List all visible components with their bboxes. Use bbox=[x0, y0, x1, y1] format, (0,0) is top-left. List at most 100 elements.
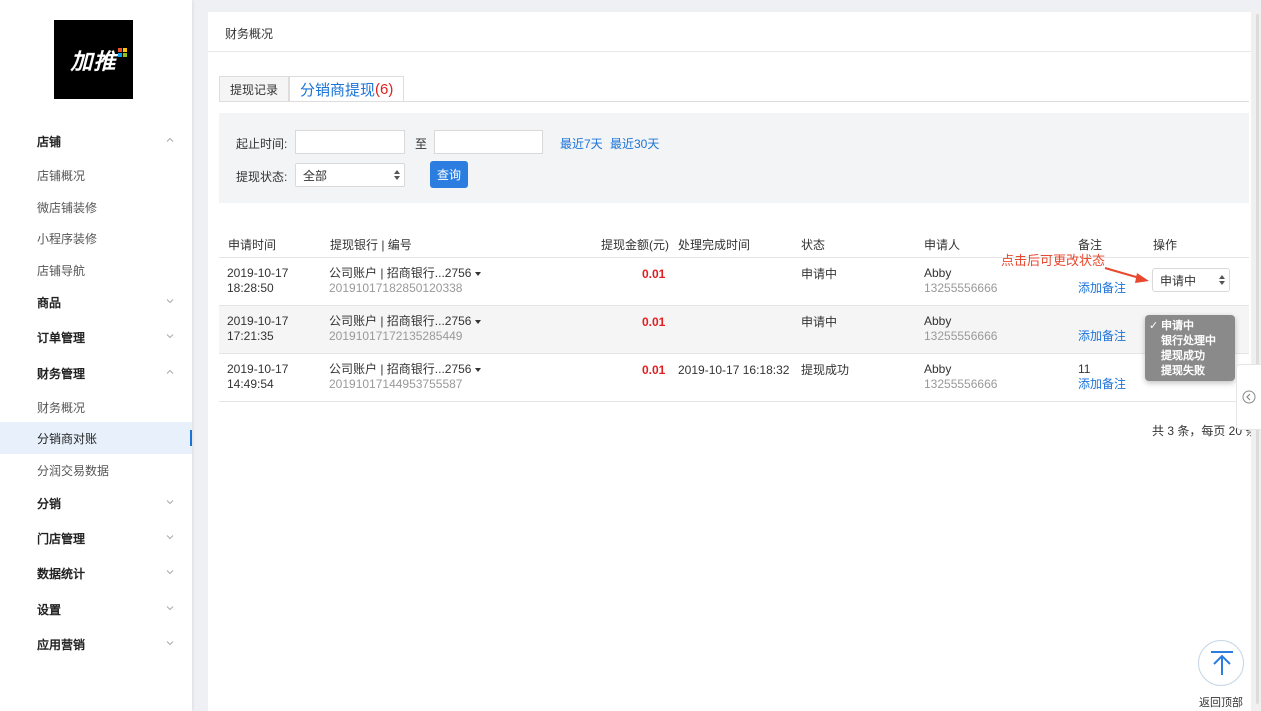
option-label: 提现成功 bbox=[1161, 350, 1205, 362]
start-date-input[interactable] bbox=[295, 130, 405, 154]
row-status: 提现成功 bbox=[801, 363, 850, 377]
dropdown-option-pending[interactable]: ✓ 申请中 bbox=[1149, 319, 1235, 334]
sidebar-item-label: 微店铺装修 bbox=[37, 200, 98, 215]
last-7-days-link[interactable]: 最近7天 bbox=[560, 135, 603, 152]
option-label: 银行处理中 bbox=[1161, 335, 1216, 347]
sidebar-item-label: 应用营销 bbox=[37, 637, 86, 652]
row-bank-text: 公司账户 | 招商银行...2756 bbox=[329, 314, 472, 328]
row-serial: 20191017144953755587 bbox=[329, 377, 463, 391]
dropdown-option-success[interactable]: 提现成功 bbox=[1149, 349, 1235, 364]
tab-distributor-withdraw[interactable]: 分销商提现 (6) bbox=[289, 76, 405, 102]
chevron-down-icon bbox=[166, 297, 174, 305]
divider bbox=[219, 101, 1249, 102]
dropdown-option-bank-processing[interactable]: 银行处理中 bbox=[1149, 334, 1235, 349]
last-30-days-link[interactable]: 最近30天 bbox=[610, 135, 659, 152]
row-status-select[interactable]: 申请中 bbox=[1152, 268, 1230, 292]
chevron-down-icon bbox=[166, 498, 174, 506]
chevron-up-icon bbox=[166, 368, 174, 376]
date-range-label: 起止时间: bbox=[236, 137, 288, 151]
row-applicant-phone: 13255556666 bbox=[924, 329, 998, 343]
header-applicant: 申请人 bbox=[924, 238, 961, 252]
to-label: 至 bbox=[415, 137, 428, 151]
header-amount: 提现金额(元) bbox=[601, 238, 669, 252]
row-applicant-name: Abby bbox=[924, 266, 952, 280]
logo-mark-icon bbox=[118, 48, 128, 58]
sidebar-item-label: 小程序装修 bbox=[37, 231, 98, 246]
sidebar-item[interactable]: 门店管理 bbox=[0, 522, 192, 554]
sidebar-item[interactable]: 店铺概况 bbox=[0, 159, 192, 191]
query-button-label: 查询 bbox=[436, 168, 461, 182]
row-serial: 20191017172135285449 bbox=[329, 329, 463, 343]
status-label: 提现状态: bbox=[236, 170, 288, 184]
header-bank: 提现银行 | 编号 bbox=[330, 238, 412, 252]
sidebar-item-label: 商品 bbox=[37, 295, 62, 310]
row-bank-text: 公司账户 | 招商银行...2756 bbox=[329, 362, 472, 376]
sidebar: 加推 店铺店铺概况微店铺装修小程序装修店铺导航商品订单管理财务管理财务概况分销商… bbox=[0, 0, 192, 711]
sidebar-item-label: 分销商对账 bbox=[37, 431, 98, 446]
row-applicant-phone: 13255556666 bbox=[924, 377, 998, 391]
brand-logo[interactable]: 加推 bbox=[54, 20, 133, 99]
end-date-input[interactable] bbox=[434, 130, 543, 154]
row-amount: 0.01 bbox=[642, 267, 666, 281]
sidebar-item-label: 设置 bbox=[37, 602, 62, 617]
select-arrows-icon bbox=[394, 170, 400, 180]
sidebar-item-label: 财务管理 bbox=[37, 366, 86, 381]
header-done-time: 处理完成时间 bbox=[678, 238, 751, 252]
row-applicant-name: Abby bbox=[924, 362, 952, 376]
caret-down-icon bbox=[475, 367, 482, 372]
sidebar-item[interactable]: 店铺 bbox=[0, 125, 192, 157]
scrollbar-thumb[interactable] bbox=[1256, 14, 1259, 704]
sidebar-item[interactable]: 分销商对账 bbox=[0, 422, 192, 454]
row-done-time: 2019-10-17 16:18:32 bbox=[678, 363, 790, 377]
row-note: 11 bbox=[1078, 362, 1091, 376]
caret-down-icon bbox=[475, 271, 482, 276]
tab-label: 分销商提现 bbox=[300, 81, 376, 99]
row-date: 2019-10-17 bbox=[227, 314, 289, 328]
row-status: 申请中 bbox=[801, 267, 838, 281]
sidebar-item[interactable]: 商品 bbox=[0, 286, 192, 318]
sidebar-item[interactable]: 订单管理 bbox=[0, 321, 192, 353]
sidebar-item-label: 订单管理 bbox=[37, 330, 86, 345]
row-bank[interactable]: 公司账户 | 招商银行...2756 bbox=[329, 362, 482, 376]
sidebar-item-label: 数据统计 bbox=[37, 566, 86, 581]
chevron-down-icon bbox=[166, 604, 174, 612]
add-note-link[interactable]: 添加备注 bbox=[1078, 377, 1126, 391]
sidebar-item[interactable]: 应用营销 bbox=[0, 628, 192, 660]
sidebar-item[interactable]: 微店铺装修 bbox=[0, 191, 192, 223]
sidebar-item[interactable]: 小程序装修 bbox=[0, 222, 192, 254]
row-time: 14:49:54 bbox=[227, 377, 274, 391]
sidebar-item[interactable]: 分销 bbox=[0, 487, 192, 519]
query-button[interactable]: 查询 bbox=[430, 161, 468, 188]
header-status: 状态 bbox=[801, 238, 826, 252]
sidebar-item[interactable]: 财务管理 bbox=[0, 357, 192, 389]
select-arrows-icon bbox=[1219, 275, 1225, 285]
row-serial: 20191017182850120338 bbox=[329, 281, 463, 295]
dropdown-option-failed[interactable]: 提现失败 bbox=[1149, 364, 1235, 379]
chevron-down-icon bbox=[166, 533, 174, 541]
caret-down-icon bbox=[475, 319, 482, 324]
sidebar-item[interactable]: 分润交易数据 bbox=[0, 454, 192, 486]
row-status-select-value: 申请中 bbox=[1160, 273, 1197, 288]
tab-withdraw-records[interactable]: 提现记录 bbox=[219, 76, 290, 102]
table-row: 2019-10-17 17:21:35 公司账户 | 招商银行...2756 2… bbox=[219, 305, 1249, 353]
main-panel: 财务概况 提现记录 分销商提现 (6) 起止时间: 至 最近7天 最近30天 提现… bbox=[208, 12, 1257, 711]
row-bank[interactable]: 公司账户 | 招商银行...2756 bbox=[329, 314, 482, 328]
status-select[interactable]: 全部 bbox=[295, 163, 405, 187]
sidebar-item-label: 店铺导航 bbox=[37, 263, 86, 278]
sidebar-item[interactable]: 店铺导航 bbox=[0, 254, 192, 286]
back-to-top-button[interactable] bbox=[1198, 640, 1244, 686]
status-select-value: 全部 bbox=[303, 168, 328, 183]
sidebar-item-label: 店铺 bbox=[37, 134, 62, 149]
add-note-link[interactable]: 添加备注 bbox=[1078, 329, 1126, 343]
filter-panel: 起止时间: 至 最近7天 最近30天 提现状态: 全部 查询 bbox=[219, 113, 1249, 203]
tab-count-badge: (6) bbox=[375, 80, 394, 98]
sidebar-item[interactable]: 财务概况 bbox=[0, 391, 192, 423]
sidebar-item-label: 分销 bbox=[37, 496, 62, 511]
sidebar-item[interactable]: 数据统计 bbox=[0, 557, 192, 589]
row-applicant-name: Abby bbox=[924, 314, 952, 328]
annotation-text: 点击后可更改状态 bbox=[1001, 253, 1106, 268]
sidebar-item[interactable]: 设置 bbox=[0, 593, 192, 625]
side-collapse-tab[interactable] bbox=[1236, 364, 1261, 430]
row-bank[interactable]: 公司账户 | 招商银行...2756 bbox=[329, 266, 482, 280]
chevron-left-circle-icon bbox=[1242, 390, 1256, 404]
